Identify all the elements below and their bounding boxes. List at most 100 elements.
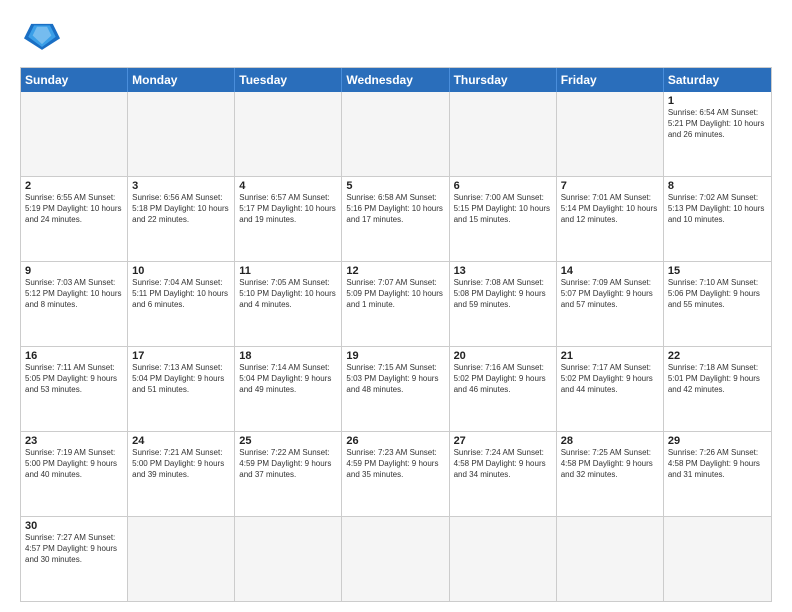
day-info: Sunrise: 6:54 AM Sunset: 5:21 PM Dayligh… [668, 108, 767, 140]
day-number: 12 [346, 265, 444, 277]
calendar-cell: 23Sunrise: 7:19 AM Sunset: 5:00 PM Dayli… [21, 432, 128, 516]
calendar-cell [557, 517, 664, 601]
calendar-cell: 1Sunrise: 6:54 AM Sunset: 5:21 PM Daylig… [664, 92, 771, 176]
header-day-tuesday: Tuesday [235, 68, 342, 92]
day-info: Sunrise: 7:25 AM Sunset: 4:58 PM Dayligh… [561, 448, 659, 480]
day-info: Sunrise: 7:19 AM Sunset: 5:00 PM Dayligh… [25, 448, 123, 480]
calendar-cell: 20Sunrise: 7:16 AM Sunset: 5:02 PM Dayli… [450, 347, 557, 431]
page: SundayMondayTuesdayWednesdayThursdayFrid… [0, 0, 792, 612]
day-number: 27 [454, 435, 552, 447]
calendar-cell: 19Sunrise: 7:15 AM Sunset: 5:03 PM Dayli… [342, 347, 449, 431]
calendar-row-2: 9Sunrise: 7:03 AM Sunset: 5:12 PM Daylig… [21, 262, 771, 347]
day-info: Sunrise: 7:05 AM Sunset: 5:10 PM Dayligh… [239, 278, 337, 310]
day-info: Sunrise: 7:13 AM Sunset: 5:04 PM Dayligh… [132, 363, 230, 395]
day-number: 22 [668, 350, 767, 362]
day-info: Sunrise: 7:18 AM Sunset: 5:01 PM Dayligh… [668, 363, 767, 395]
day-info: Sunrise: 7:23 AM Sunset: 4:59 PM Dayligh… [346, 448, 444, 480]
day-number: 30 [25, 520, 123, 532]
day-info: Sunrise: 6:58 AM Sunset: 5:16 PM Dayligh… [346, 193, 444, 225]
day-info: Sunrise: 7:08 AM Sunset: 5:08 PM Dayligh… [454, 278, 552, 310]
calendar-cell: 17Sunrise: 7:13 AM Sunset: 5:04 PM Dayli… [128, 347, 235, 431]
day-info: Sunrise: 7:10 AM Sunset: 5:06 PM Dayligh… [668, 278, 767, 310]
header [20, 16, 772, 57]
calendar-cell [664, 517, 771, 601]
day-number: 24 [132, 435, 230, 447]
calendar-cell: 10Sunrise: 7:04 AM Sunset: 5:11 PM Dayli… [128, 262, 235, 346]
calendar-body: 1Sunrise: 6:54 AM Sunset: 5:21 PM Daylig… [21, 92, 771, 601]
day-info: Sunrise: 7:26 AM Sunset: 4:58 PM Dayligh… [668, 448, 767, 480]
calendar-cell: 30Sunrise: 7:27 AM Sunset: 4:57 PM Dayli… [21, 517, 128, 601]
day-info: Sunrise: 7:02 AM Sunset: 5:13 PM Dayligh… [668, 193, 767, 225]
day-info: Sunrise: 7:09 AM Sunset: 5:07 PM Dayligh… [561, 278, 659, 310]
calendar-row-0: 1Sunrise: 6:54 AM Sunset: 5:21 PM Daylig… [21, 92, 771, 177]
calendar-cell [235, 92, 342, 176]
header-day-saturday: Saturday [664, 68, 771, 92]
logo-icon [24, 16, 60, 52]
day-number: 7 [561, 180, 659, 192]
day-info: Sunrise: 7:11 AM Sunset: 5:05 PM Dayligh… [25, 363, 123, 395]
calendar: SundayMondayTuesdayWednesdayThursdayFrid… [20, 67, 772, 602]
day-number: 4 [239, 180, 337, 192]
day-number: 29 [668, 435, 767, 447]
calendar-header: SundayMondayTuesdayWednesdayThursdayFrid… [21, 68, 771, 92]
calendar-cell: 25Sunrise: 7:22 AM Sunset: 4:59 PM Dayli… [235, 432, 342, 516]
day-info: Sunrise: 7:14 AM Sunset: 5:04 PM Dayligh… [239, 363, 337, 395]
day-info: Sunrise: 7:07 AM Sunset: 5:09 PM Dayligh… [346, 278, 444, 310]
day-number: 6 [454, 180, 552, 192]
calendar-row-4: 23Sunrise: 7:19 AM Sunset: 5:00 PM Dayli… [21, 432, 771, 517]
day-info: Sunrise: 7:16 AM Sunset: 5:02 PM Dayligh… [454, 363, 552, 395]
day-number: 21 [561, 350, 659, 362]
day-number: 15 [668, 265, 767, 277]
calendar-cell: 6Sunrise: 7:00 AM Sunset: 5:15 PM Daylig… [450, 177, 557, 261]
header-day-wednesday: Wednesday [342, 68, 449, 92]
day-number: 9 [25, 265, 123, 277]
day-info: Sunrise: 7:21 AM Sunset: 5:00 PM Dayligh… [132, 448, 230, 480]
day-info: Sunrise: 6:55 AM Sunset: 5:19 PM Dayligh… [25, 193, 123, 225]
day-number: 2 [25, 180, 123, 192]
day-number: 5 [346, 180, 444, 192]
calendar-row-1: 2Sunrise: 6:55 AM Sunset: 5:19 PM Daylig… [21, 177, 771, 262]
calendar-cell: 14Sunrise: 7:09 AM Sunset: 5:07 PM Dayli… [557, 262, 664, 346]
calendar-cell [128, 92, 235, 176]
calendar-row-3: 16Sunrise: 7:11 AM Sunset: 5:05 PM Dayli… [21, 347, 771, 432]
day-number: 8 [668, 180, 767, 192]
calendar-cell: 11Sunrise: 7:05 AM Sunset: 5:10 PM Dayli… [235, 262, 342, 346]
calendar-cell: 29Sunrise: 7:26 AM Sunset: 4:58 PM Dayli… [664, 432, 771, 516]
calendar-cell: 9Sunrise: 7:03 AM Sunset: 5:12 PM Daylig… [21, 262, 128, 346]
day-number: 13 [454, 265, 552, 277]
calendar-cell: 22Sunrise: 7:18 AM Sunset: 5:01 PM Dayli… [664, 347, 771, 431]
calendar-cell: 7Sunrise: 7:01 AM Sunset: 5:14 PM Daylig… [557, 177, 664, 261]
calendar-cell [450, 517, 557, 601]
calendar-cell: 28Sunrise: 7:25 AM Sunset: 4:58 PM Dayli… [557, 432, 664, 516]
day-info: Sunrise: 6:56 AM Sunset: 5:18 PM Dayligh… [132, 193, 230, 225]
day-number: 16 [25, 350, 123, 362]
calendar-cell [342, 92, 449, 176]
calendar-cell: 5Sunrise: 6:58 AM Sunset: 5:16 PM Daylig… [342, 177, 449, 261]
day-number: 1 [668, 95, 767, 107]
day-number: 11 [239, 265, 337, 277]
day-info: Sunrise: 6:57 AM Sunset: 5:17 PM Dayligh… [239, 193, 337, 225]
day-info: Sunrise: 7:24 AM Sunset: 4:58 PM Dayligh… [454, 448, 552, 480]
logo [20, 16, 64, 57]
header-day-monday: Monday [128, 68, 235, 92]
calendar-row-5: 30Sunrise: 7:27 AM Sunset: 4:57 PM Dayli… [21, 517, 771, 601]
day-info: Sunrise: 7:03 AM Sunset: 5:12 PM Dayligh… [25, 278, 123, 310]
header-day-friday: Friday [557, 68, 664, 92]
day-number: 3 [132, 180, 230, 192]
day-number: 18 [239, 350, 337, 362]
header-day-thursday: Thursday [450, 68, 557, 92]
day-number: 20 [454, 350, 552, 362]
calendar-cell: 24Sunrise: 7:21 AM Sunset: 5:00 PM Dayli… [128, 432, 235, 516]
calendar-cell: 18Sunrise: 7:14 AM Sunset: 5:04 PM Dayli… [235, 347, 342, 431]
calendar-cell [557, 92, 664, 176]
day-number: 19 [346, 350, 444, 362]
calendar-cell: 27Sunrise: 7:24 AM Sunset: 4:58 PM Dayli… [450, 432, 557, 516]
day-number: 14 [561, 265, 659, 277]
calendar-cell [235, 517, 342, 601]
calendar-cell: 16Sunrise: 7:11 AM Sunset: 5:05 PM Dayli… [21, 347, 128, 431]
calendar-cell: 15Sunrise: 7:10 AM Sunset: 5:06 PM Dayli… [664, 262, 771, 346]
calendar-cell: 21Sunrise: 7:17 AM Sunset: 5:02 PM Dayli… [557, 347, 664, 431]
day-number: 23 [25, 435, 123, 447]
calendar-cell: 4Sunrise: 6:57 AM Sunset: 5:17 PM Daylig… [235, 177, 342, 261]
day-info: Sunrise: 7:04 AM Sunset: 5:11 PM Dayligh… [132, 278, 230, 310]
